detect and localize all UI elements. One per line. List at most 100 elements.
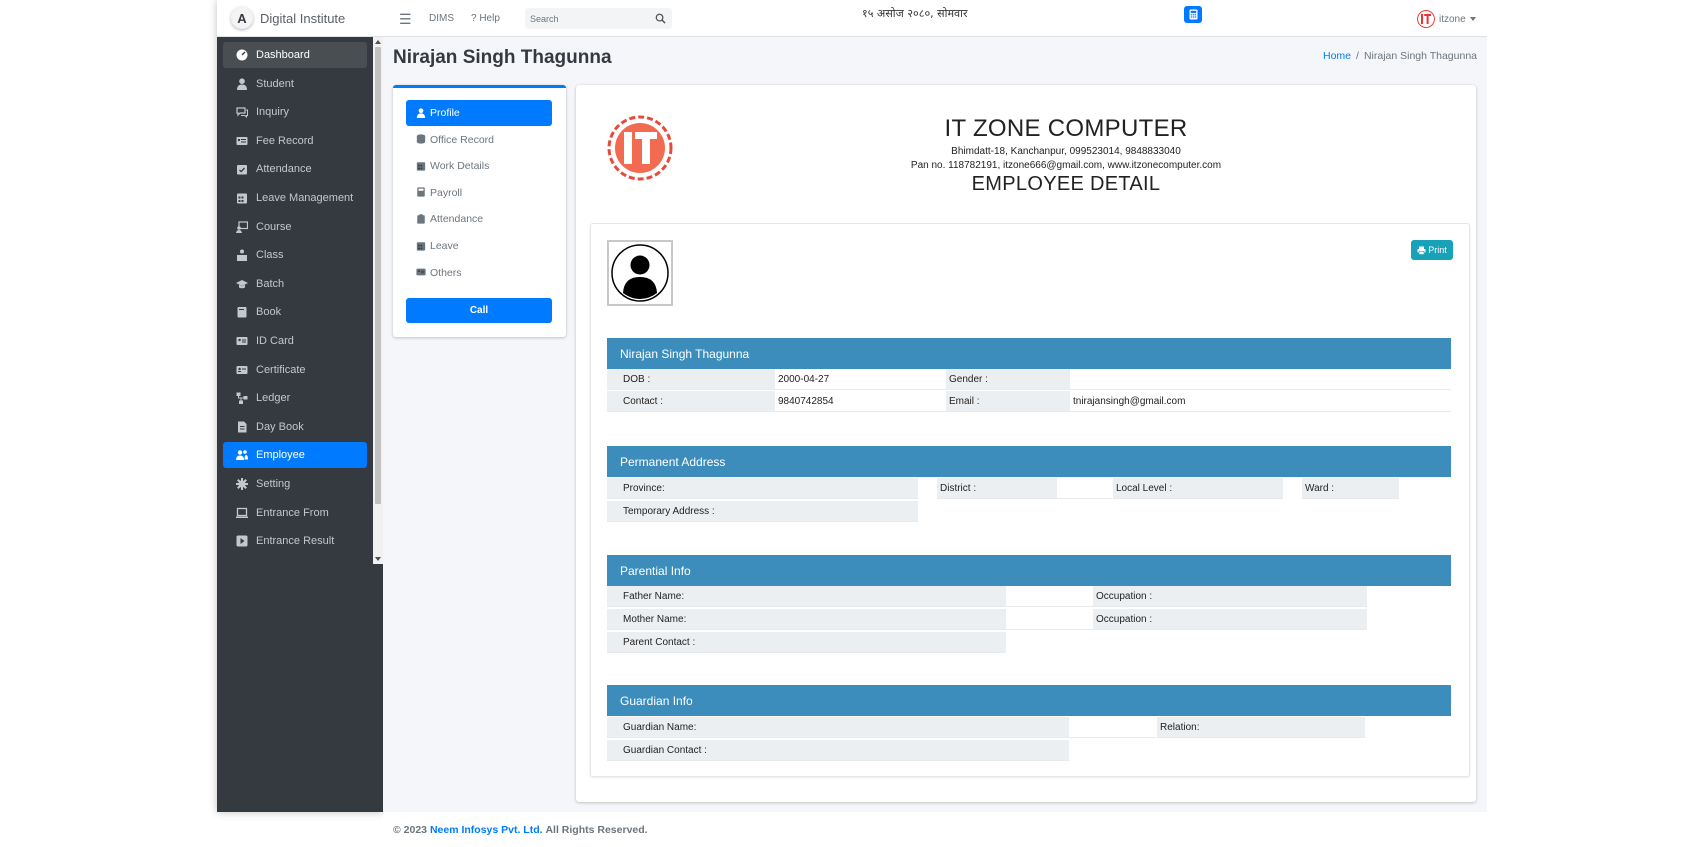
breadcrumb-current: Nirajan Singh Thagunna [1363,50,1477,62]
calendar-icon [416,241,427,252]
company-address: Bhimdatt-18, Kanchanpur, 099523014, 9848… [951,146,1181,157]
sidebar-scrollbar[interactable] [373,37,383,564]
calculator-icon [1189,9,1197,20]
guardian-name-label: Guardian Name: [607,717,1069,738]
local-level-label: Local Level : [1113,478,1283,499]
search-icon[interactable] [655,13,666,24]
user-icon [235,77,249,90]
sidebar-item-certificate[interactable]: Certificate [223,357,367,383]
users-icon [235,449,249,461]
scroll-thumb[interactable] [375,47,381,504]
tab-label: Attendance [430,213,484,226]
sidebar-item-label: Batch [256,277,285,290]
help-link[interactable]: ? Help [471,13,500,24]
footer-company-link[interactable]: Neem Infosys Pvt. Ltd. [430,824,543,836]
sidebar-item-label: Fee Record [256,134,314,147]
comments-icon [235,106,249,119]
id-card-icon [416,267,427,278]
sidebar-item-entrance-result[interactable]: Entrance Result [223,528,367,554]
tab-others[interactable]: Others [406,260,552,286]
scroll-up-arrow-icon[interactable] [375,40,381,44]
sidebar-item-label: Inquiry [256,106,290,119]
document-title: EMPLOYEE DETAIL [971,173,1161,195]
tab-payroll[interactable]: Payroll [406,180,552,206]
tab-attendance[interactable]: Attendance [406,206,552,232]
brand-name: Digital Institute [260,10,346,26]
dims-link[interactable]: DIMS [429,13,454,24]
guardian-info-header: Guardian Info [607,685,1451,716]
mother-name-label: Mother Name: [607,609,1006,630]
company-header: IT ZONE COMPUTER Bhimdatt-18, Kanchanpur… [576,115,1556,196]
sidebar-item-label: Entrance From [256,506,329,519]
sidebar-item-label: ID Card [256,334,294,347]
district-value [1057,478,1112,499]
sidebar-item-ledger[interactable]: Ledger [223,385,367,411]
footer-rights: All Rights Reserved. [545,823,648,836]
guardian-name-value [1069,717,1156,738]
sidebar-item-setting[interactable]: Setting [223,471,367,497]
employee-detail-card: IT ZONE COMPUTER Bhimdatt-18, Kanchanpur… [576,85,1476,802]
square-caret-icon [235,535,249,547]
search-input[interactable] [525,8,645,29]
province-label: Province: [607,478,918,499]
user-name: itzone [1439,13,1466,25]
parent-contact-label: Parent Contact : [607,632,1006,653]
sidebar-item-fee-record[interactable]: Fee Record [223,128,367,154]
father-name-label: Father Name: [607,586,1006,607]
tab-label: Payroll [430,186,463,199]
user-menu[interactable]: itzone [1417,10,1476,28]
footer: © 2023 Neem Infosys Pvt. Ltd. All Rights… [383,812,1487,847]
sidebar-item-id-card[interactable]: ID Card [223,328,367,354]
gear-icon [235,477,249,490]
sidebar-item-batch[interactable]: Batch [223,271,367,297]
certificate-card-icon [235,364,249,376]
father-name-value [1006,586,1093,607]
sidebar-item-label: Certificate [256,363,306,376]
tab-leave[interactable]: Leave [406,233,552,259]
email-label: Email : [946,391,1070,412]
breadcrumb-separator: / [1356,50,1359,62]
sidebar-item-course[interactable]: Course [223,214,367,240]
sidebar-item-book[interactable]: Book [223,299,367,325]
chalkboard-teacher-icon [235,220,249,233]
tab-label: Work Details [430,160,490,173]
breadcrumb-home-link[interactable]: Home [1323,50,1351,62]
sidebar-item-dashboard[interactable]: Dashboard [223,42,367,68]
calendar-icon [416,161,427,172]
dob-value: 2000-04-27 [775,369,946,390]
sidebar-item-entrance-from[interactable]: Entrance From [223,500,367,526]
sidebar-item-day-book[interactable]: Day Book [223,414,367,440]
user-silhouette-icon [611,244,669,302]
call-button[interactable]: Call [406,298,552,323]
scroll-down-arrow-icon[interactable] [375,557,381,561]
graduation-cap-icon [235,278,249,290]
sidebar-item-label: Student [256,77,294,90]
tab-office-record[interactable]: Office Record [406,127,552,153]
topbar: ☰ DIMS ? Help १५ असोज २०८०, सोमवार itzon… [383,0,1487,37]
temporary-address-label: Temporary Address : [607,501,918,522]
sidebar-item-leave-management[interactable]: Leave Management [223,185,367,211]
sidebar-item-attendance[interactable]: Attendance [223,156,367,182]
district-label: District : [937,478,1057,499]
sidebar-item-inquiry[interactable]: Inquiry [223,99,367,125]
app-window: A Digital Institute Dashboard Student Inqu… [217,0,1487,847]
brand[interactable]: A Digital Institute [217,0,383,37]
sidebar-item-employee[interactable]: Employee [223,442,367,469]
sidebar-item-label: Class [256,249,284,262]
sidebar-item-student[interactable]: Student [223,71,367,97]
page-title: Nirajan Singh Thagunna [393,47,612,68]
sidebar-item-class[interactable]: Class [223,242,367,268]
hamburger-menu-icon[interactable]: ☰ [399,11,412,28]
calculator-icon [416,187,427,198]
permanent-address-header: Permanent Address [607,446,1451,477]
tab-label: Leave [430,240,459,252]
tab-profile[interactable]: Profile [406,100,552,126]
calculator-button[interactable] [1184,6,1202,23]
id-list-icon [235,135,249,147]
sidebar-nav: Dashboard Student Inquiry Fee Record Attenda… [217,42,373,557]
tab-label: Office Record [430,133,494,146]
tab-work-details[interactable]: Work Details [406,153,552,179]
profile-tabs-card: Profile Office Record Work Details Payroll A… [393,85,566,337]
print-button[interactable]: Print [1411,240,1453,260]
employee-info-panel: Print Nirajan Singh Thagunna DOB : 2000-… [590,223,1470,777]
